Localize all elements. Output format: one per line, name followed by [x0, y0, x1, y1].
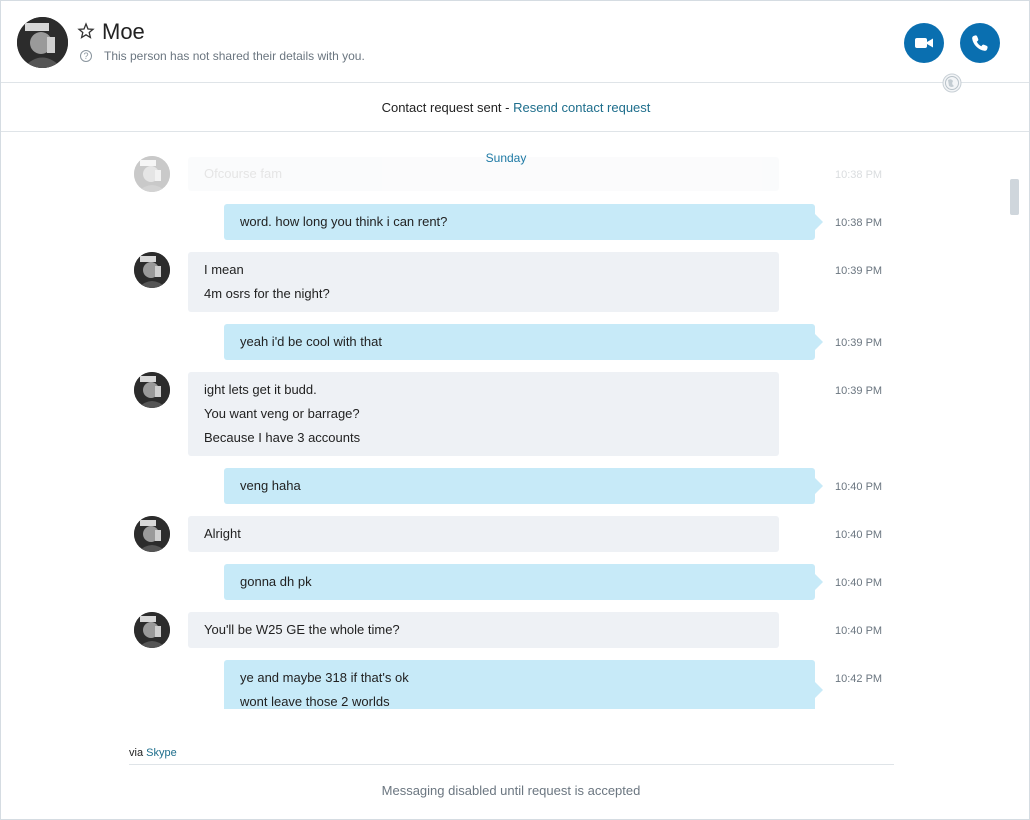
avatar[interactable]	[134, 612, 170, 648]
message-text: ye and maybe 318 if that's ok	[240, 670, 409, 685]
message-text: gonna dh pk	[240, 574, 312, 589]
message-text: I mean	[204, 262, 244, 277]
via-label: via Skype	[129, 747, 177, 759]
avatar[interactable]	[134, 372, 170, 408]
question-icon: ?	[80, 50, 92, 62]
via-prefix: via	[129, 747, 147, 759]
messaging-disabled-notice: Messaging disabled until request is acce…	[381, 783, 641, 798]
video-camera-icon	[915, 38, 933, 48]
message-text: wont leave those 2 worlds	[240, 694, 390, 709]
message-timestamp: 10:39 PM	[835, 265, 883, 277]
message-bubble-outgoing[interactable]: gonna dh pk	[224, 564, 823, 600]
message-text: 4m osrs for the night?	[204, 286, 330, 301]
contact-request-bar: Contact request sent - Resend contact re…	[1, 84, 1029, 132]
message-text: Alright	[204, 526, 241, 541]
message-timestamp: 10:38 PM	[835, 169, 883, 181]
message-timestamp: 10:39 PM	[835, 385, 883, 397]
contact-avatar[interactable]	[17, 17, 68, 68]
phone-icon	[972, 35, 988, 51]
message-text: veng haha	[240, 478, 301, 493]
message-timestamp: 10:38 PM	[835, 217, 883, 229]
message-bubble-outgoing[interactable]: word. how long you think i can rent?	[224, 204, 823, 240]
message-timestamp: 10:40 PM	[835, 481, 883, 493]
message-list[interactable]: Sunday Ofcourse fam 10:38 PM word. how l…	[1, 133, 1019, 709]
message-timestamp: 10:40 PM	[835, 529, 883, 541]
message-text: Ofcourse fam	[204, 166, 283, 181]
message-timestamp: 10:40 PM	[835, 625, 883, 637]
message-text: word. how long you think i can rent?	[240, 214, 448, 229]
message-bubble-incoming[interactable]: You'll be W25 GE the whole time?	[188, 612, 779, 648]
skype-link[interactable]: Skype	[146, 747, 177, 759]
message-bubble-outgoing[interactable]: veng haha	[224, 468, 823, 504]
chat-window: Moe ? This person has not shared their d…	[0, 0, 1030, 820]
resend-contact-request-link[interactable]: Resend contact request	[513, 100, 650, 115]
audio-call-button[interactable]	[960, 23, 1000, 63]
conversation-header: Moe ? This person has not shared their d…	[1, 1, 1029, 93]
contact-name: Moe	[102, 19, 145, 44]
message-timestamp: 10:39 PM	[835, 337, 883, 349]
message-bubble-outgoing[interactable]: ye and maybe 318 if that's ok wont leave…	[224, 660, 823, 709]
message-text: Because I have 3 accounts	[204, 430, 361, 445]
date-separator: Sunday	[485, 151, 527, 165]
video-call-button[interactable]	[904, 23, 944, 63]
message-timestamp: 10:42 PM	[835, 673, 883, 685]
divider	[129, 764, 894, 765]
message-bubble-outgoing[interactable]: yeah i'd be cool with that	[224, 324, 823, 360]
message-text: ight lets get it budd.	[204, 382, 317, 397]
chat-scrollbar[interactable]	[1010, 179, 1019, 215]
avatar[interactable]	[134, 252, 170, 288]
request-status-text: Contact request sent -	[381, 100, 514, 115]
message-text: yeah i'd be cool with that	[240, 334, 382, 349]
avatar[interactable]	[134, 516, 170, 552]
message-text: You want veng or barrage?	[204, 406, 360, 421]
star-outline-icon[interactable]	[77, 22, 95, 40]
message-bubble-incoming[interactable]: I mean 4m osrs for the night?	[188, 252, 779, 312]
message-bubble-incoming[interactable]: Alright	[188, 516, 779, 552]
details-note: This person has not shared their details…	[104, 49, 365, 63]
message-bubble-incoming[interactable]: ight lets get it budd. You want veng or …	[188, 372, 779, 456]
message-text: You'll be W25 GE the whole time?	[204, 622, 400, 637]
message-timestamp: 10:40 PM	[835, 577, 883, 589]
